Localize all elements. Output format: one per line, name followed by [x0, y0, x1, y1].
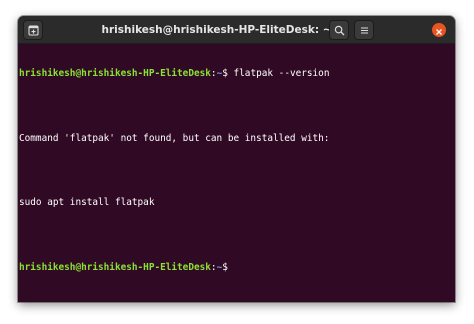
close-button[interactable]	[432, 23, 446, 37]
title-bar[interactable]: hrishikesh@hrishikesh-HP-EliteDesk: ~	[18, 16, 455, 44]
prompt-line: hrishikesh@hrishikesh-HP-EliteDesk:~$	[19, 262, 453, 273]
menu-button[interactable]	[354, 20, 374, 40]
output-line: sudo apt install flatpak	[19, 196, 155, 208]
command-text: flatpak --version	[227, 68, 330, 80]
command-line: hrishikesh@hrishikesh-HP-EliteDesk:~$ fl…	[19, 69, 453, 80]
output-line: Command 'flatpak' not found, but can be …	[19, 132, 330, 144]
search-button[interactable]	[329, 20, 349, 40]
prompt-user-host: hrishikesh@hrishikesh-HP-EliteDesk	[19, 261, 211, 273]
close-icon	[435, 21, 443, 40]
terminal-window: hrishikesh@hrishikesh-HP-EliteDesk: ~ hr…	[18, 16, 455, 302]
text-cursor	[228, 262, 233, 271]
window-title: hrishikesh@hrishikesh-HP-EliteDesk: ~	[101, 24, 332, 36]
terminal-output[interactable]: hrishikesh@hrishikesh-HP-EliteDesk:~$ fl…	[18, 44, 455, 294]
prompt-user-host: hrishikesh@hrishikesh-HP-EliteDesk	[19, 68, 211, 80]
hamburger-menu-icon	[359, 21, 370, 40]
search-icon	[334, 21, 345, 40]
